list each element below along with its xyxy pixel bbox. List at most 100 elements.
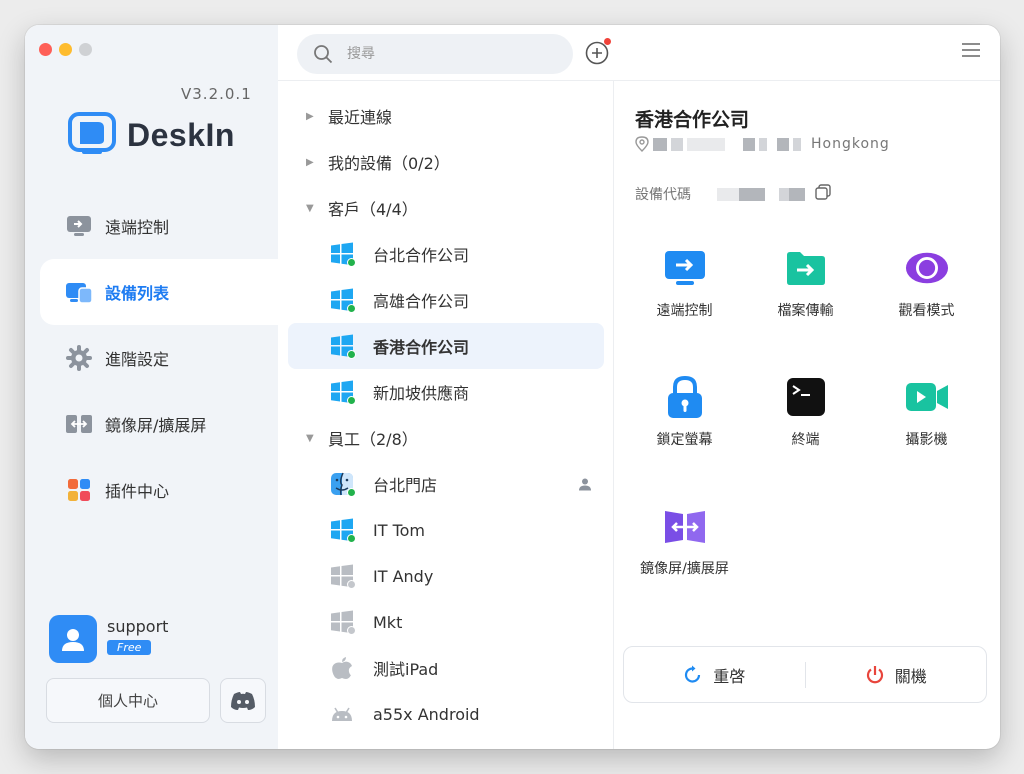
camera-button[interactable]: 攝影機 <box>866 375 987 460</box>
mirror-extend-button[interactable]: 鏡像屏/擴展屏 <box>624 504 745 589</box>
redacted-text <box>671 137 683 151</box>
lock-screen-button[interactable]: 鎖定螢幕 <box>624 375 745 460</box>
macos-finder-icon <box>328 470 356 498</box>
caret-right-icon: ▶ <box>306 110 314 122</box>
copy-icon[interactable] <box>815 184 831 204</box>
device-name: 香港合作公司 <box>373 338 470 357</box>
power-icon <box>866 665 883 683</box>
action-label: 觀看模式 <box>898 303 955 319</box>
device-name: 台北合作公司 <box>373 246 470 265</box>
plan-badge: Free <box>107 640 152 655</box>
device-row[interactable]: 台北門店 <box>288 461 604 507</box>
search-box[interactable] <box>297 34 573 74</box>
action-label: 鏡像屏/擴展屏 <box>640 561 729 577</box>
device-row[interactable]: IT Tom <box>288 507 604 553</box>
device-row[interactable]: 新加坡供應商 <box>288 369 604 415</box>
group-my-devices[interactable]: ▶ 我的設備（0/2） <box>278 139 613 185</box>
device-row[interactable]: a55x Android <box>288 691 604 737</box>
online-status-dot <box>347 258 356 267</box>
device-name: 台北門店 <box>373 476 438 495</box>
group-recent[interactable]: ▶ 最近連線 <box>278 93 613 139</box>
sidebar-item-label: 鏡像屏/擴展屏 <box>105 416 207 435</box>
view-mode-button[interactable]: 觀看模式 <box>866 246 987 331</box>
online-status-dot <box>347 350 356 359</box>
device-name: a55x Android <box>373 704 480 724</box>
device-row-selected[interactable]: 香港合作公司 <box>288 323 604 369</box>
action-label: 攝影機 <box>905 432 948 448</box>
device-row[interactable]: 台北合作公司 <box>288 231 604 277</box>
action-label: 終端 <box>791 432 820 448</box>
discord-button[interactable] <box>220 678 266 723</box>
sidebar-item-plugin-center[interactable]: 插件中心 <box>25 457 278 523</box>
user-icon <box>62 629 84 651</box>
terminal-button[interactable]: 終端 <box>745 375 866 460</box>
restart-label: 重啓 <box>713 666 746 686</box>
deskin-logo-icon <box>68 110 118 160</box>
menu-button[interactable] <box>962 42 980 60</box>
windows-icon <box>328 378 356 406</box>
online-status-dot <box>347 488 356 497</box>
window-controls <box>39 43 92 56</box>
device-list: ▶ 最近連線 ▶ 我的設備（0/2） ▼ 客戶（4/4） 台北合作公司 高雄合作… <box>278 81 614 749</box>
android-icon <box>328 700 356 728</box>
device-row[interactable]: Mkt <box>288 599 604 645</box>
device-row[interactable]: IT Andy <box>288 553 604 599</box>
mirror-extend-icon <box>663 504 707 548</box>
search-input[interactable] <box>347 46 547 62</box>
remote-control-button[interactable]: 遠端控制 <box>624 246 745 331</box>
avatar <box>49 615 97 663</box>
redacted-text <box>759 137 767 151</box>
shutdown-button[interactable]: 關機 <box>806 663 987 687</box>
zoom-window-button[interactable] <box>79 43 92 56</box>
redacted-text <box>793 137 801 151</box>
windows-icon <box>328 608 356 636</box>
action-label: 檔案傳輸 <box>777 303 834 319</box>
search-icon <box>314 45 333 64</box>
windows-icon <box>328 516 356 544</box>
offline-status-dot <box>347 626 356 635</box>
sidebar-item-advanced-settings[interactable]: 進階設定 <box>25 325 278 391</box>
view-mode-icon <box>905 246 949 290</box>
sidebar-item-mirror-screen[interactable]: 鏡像屏/擴展屏 <box>25 391 278 457</box>
user-name: support <box>107 617 169 636</box>
device-name: IT Andy <box>373 566 434 586</box>
gear-icon <box>65 344 93 372</box>
top-bar <box>278 25 1000 81</box>
action-label: 鎖定螢幕 <box>656 432 713 448</box>
sidebar-item-label: 進階設定 <box>105 350 170 369</box>
group-label: 我的設備（0/2） <box>328 154 450 173</box>
sidebar-item-remote-control[interactable]: 遠端控制 <box>25 193 278 259</box>
device-row[interactable]: 高雄合作公司 <box>288 277 604 323</box>
user-icon <box>578 476 592 495</box>
device-name: 測試iPad <box>373 660 439 679</box>
device-row[interactable]: 測試iPad <box>288 645 604 691</box>
sidebar-item-label: 設備列表 <box>105 284 170 303</box>
personal-center-button[interactable]: 個人中心 <box>46 678 210 723</box>
group-clients[interactable]: ▼ 客戶（4/4） <box>278 185 613 231</box>
restart-button[interactable]: 重啓 <box>624 663 805 687</box>
user-profile[interactable]: support Free <box>49 615 168 663</box>
group-employees[interactable]: ▼ 員工（2/8） <box>278 415 613 461</box>
caret-down-icon: ▼ <box>306 202 314 214</box>
redacted-text <box>743 137 755 151</box>
add-device-button[interactable] <box>585 38 611 65</box>
sidebar-item-label: 遠端控制 <box>105 218 170 237</box>
plugin-grid-icon <box>65 476 93 504</box>
redacted-text <box>687 137 725 151</box>
lock-screen-icon <box>663 375 707 419</box>
close-window-button[interactable] <box>39 43 52 56</box>
online-status-dot <box>347 396 356 405</box>
app-version: V3.2.0.1 <box>181 85 252 103</box>
file-transfer-button[interactable]: 檔案傳輸 <box>745 246 866 331</box>
minimize-window-button[interactable] <box>59 43 72 56</box>
device-code-row: 設備代碼 <box>635 184 831 204</box>
windows-icon <box>328 562 356 590</box>
sidebar-item-label: 插件中心 <box>105 482 170 501</box>
mirror-screen-icon <box>65 410 93 438</box>
sidebar-item-device-list[interactable]: 設備列表 <box>40 259 278 325</box>
group-label: 員工（2/8） <box>328 430 418 449</box>
offline-status-dot <box>347 580 356 589</box>
device-detail-panel: 香港合作公司 Hongkong 設備代碼 遠端控制 檔案傳輸 觀看模式 鎖定螢幕… <box>614 81 1000 749</box>
power-controls: 重啓 關機 <box>623 646 987 703</box>
device-list-icon <box>65 278 93 306</box>
